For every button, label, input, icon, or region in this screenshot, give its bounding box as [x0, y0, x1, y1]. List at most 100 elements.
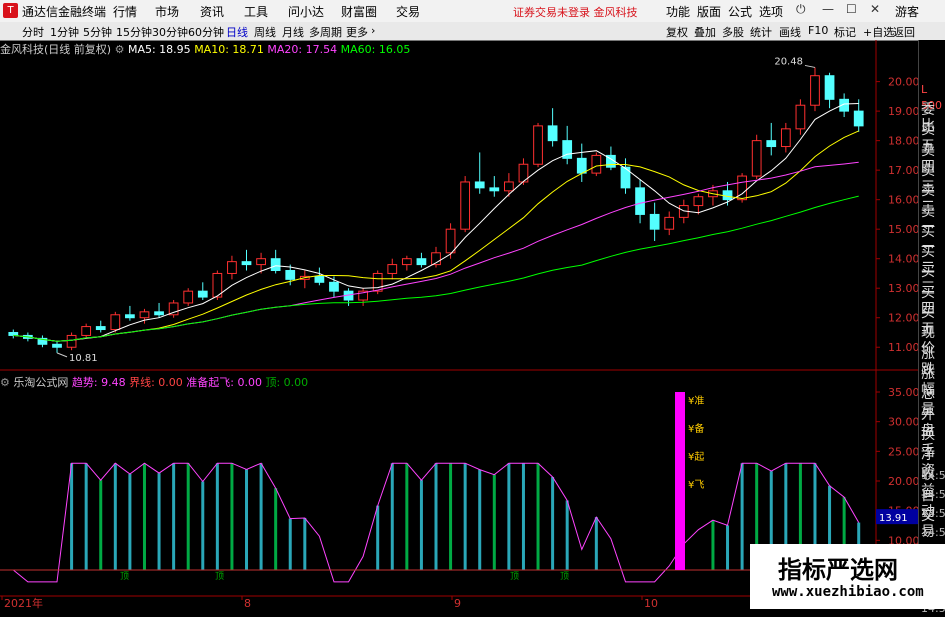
candle-body [810, 75, 820, 106]
price-tick-label: 17.00 [888, 164, 920, 177]
takeoff-signal-text: ¥起 [688, 451, 704, 463]
ma5-value: MA5: 18.95 [127, 43, 191, 56]
sidebar-time: 14:56 [921, 526, 945, 539]
low-label: 10.81 [69, 353, 98, 364]
candle-body [853, 110, 864, 127]
ind-tick-label: 25.00 [888, 445, 920, 458]
candle-body [504, 181, 514, 192]
boundary-value: 界线: 0.00 [129, 376, 183, 389]
indicator-name: 乐淘公式网 [13, 376, 69, 389]
candle-body [270, 258, 281, 272]
watermark-title: 指标严选网 [778, 556, 898, 584]
bottom-mark: 顶 [120, 571, 129, 582]
candle-body [693, 196, 704, 207]
ma60-line [13, 195, 859, 342]
candle-body [241, 261, 252, 266]
candle-body [576, 157, 587, 174]
ind-current-value: 13.91 [879, 513, 908, 524]
price-tick-label: 13.00 [888, 282, 920, 295]
price-tick-label: 19.00 [888, 105, 920, 118]
kline-chart[interactable]: 20.00 19.00 18.00 17.00 16.00 15.00 14.00 13.00… [0, 0, 945, 609]
candle-body [416, 258, 427, 266]
price-tick-label: 18.00 [888, 135, 920, 148]
indicator-info-line: ⚙ 乐淘公式网 趋势: 9.48 界线: 0.00 准备起飞: 0.00 顶: … [0, 374, 308, 390]
ma10-value: MA10: 18.71 [194, 43, 264, 56]
ind-tick-label: 35.00 [888, 386, 920, 399]
price-tick-label: 16.00 [888, 194, 920, 207]
takeoff-signal-text: ¥准 [688, 395, 704, 407]
takeoff-value: 准备起飞: 0.00 [186, 376, 262, 389]
sidebar-time: 14:56 [921, 488, 945, 501]
takeoff-signal-text: ¥飞 [688, 480, 704, 491]
candle-body [372, 272, 383, 292]
takeoff-signal-text: ¥备 [688, 422, 704, 435]
candle-body [314, 275, 325, 283]
low-pointer [56, 352, 68, 358]
ind-tick-label: 20.00 [888, 475, 920, 488]
bottom-mark: 顶 [510, 571, 519, 582]
bottom-mark: 顶 [215, 571, 224, 582]
candle-body [824, 75, 835, 100]
ind-tick-label: 30.00 [888, 416, 920, 429]
candle-body [649, 213, 660, 230]
date-label: 8 [244, 597, 251, 609]
candle-body [635, 187, 645, 215]
candle-body [197, 290, 208, 298]
candle-body [285, 270, 296, 280]
price-tick-label: 11.00 [888, 341, 920, 354]
candle-body [139, 311, 150, 319]
candle-body [110, 314, 121, 331]
ma20-value: MA20: 17.54 [267, 43, 338, 56]
candle-body [401, 258, 412, 266]
sidebar-time: 14:56 [921, 507, 945, 520]
date-label: 10 [644, 597, 658, 609]
candle-body [766, 140, 777, 148]
watermark-url: www.xuezhibiao.com [772, 584, 924, 600]
candle-body [445, 228, 456, 254]
takeoff-signal-bar [675, 392, 685, 570]
candle-body [227, 261, 237, 274]
price-tick-label: 14.00 [888, 253, 920, 266]
candle-body [183, 290, 194, 304]
price-tick-label: 20.00 [888, 76, 920, 89]
candle-body [547, 125, 558, 142]
candle-body [780, 128, 791, 148]
candle-body [737, 175, 747, 201]
candle-body [474, 181, 485, 189]
settings-icon[interactable]: ⚙ [115, 43, 125, 56]
candle-body [664, 216, 675, 230]
watermark: 指标严选网 www.xuezhibiao.com [750, 544, 945, 609]
candle-body [154, 311, 164, 316]
candle-body [591, 154, 602, 174]
candle-body [533, 125, 543, 165]
candle-body [8, 331, 19, 336]
high-label: 20.48 [774, 56, 803, 67]
candle-body [795, 104, 806, 130]
candle-body [387, 264, 398, 274]
top-value: 顶: 0.00 [265, 376, 309, 389]
bottom-mark: 顶 [560, 571, 569, 582]
candle-body [52, 343, 62, 348]
candle-body [95, 326, 106, 331]
settings-icon[interactable]: ⚙ [0, 376, 10, 389]
candle-body [751, 140, 762, 177]
ma60-value: MA60: 16.05 [340, 43, 411, 56]
candle-body [489, 187, 500, 192]
candle-body [125, 314, 135, 319]
candle-body [256, 258, 266, 266]
candle-body [66, 334, 77, 348]
date-label: 2021年 [4, 596, 43, 609]
price-tick-label: 15.00 [888, 223, 920, 236]
trend-value: 趋势: 9.48 [71, 376, 126, 389]
stock-info-line: 金风科技(日线 前复权) ⚙ MA5: 18.95 MA10: 18.71 MA… [0, 41, 410, 57]
candle-body [460, 181, 471, 230]
sidebar-time: 14:56 [921, 469, 945, 482]
candle-body [329, 281, 339, 292]
candle-body [81, 326, 92, 336]
ma10-line [13, 130, 859, 342]
high-pointer [804, 64, 816, 68]
date-label: 9 [454, 597, 461, 609]
stock-name: 金风科技(日线 前复权) [0, 43, 112, 56]
ma5-line [13, 103, 859, 342]
candle-body [722, 190, 733, 201]
